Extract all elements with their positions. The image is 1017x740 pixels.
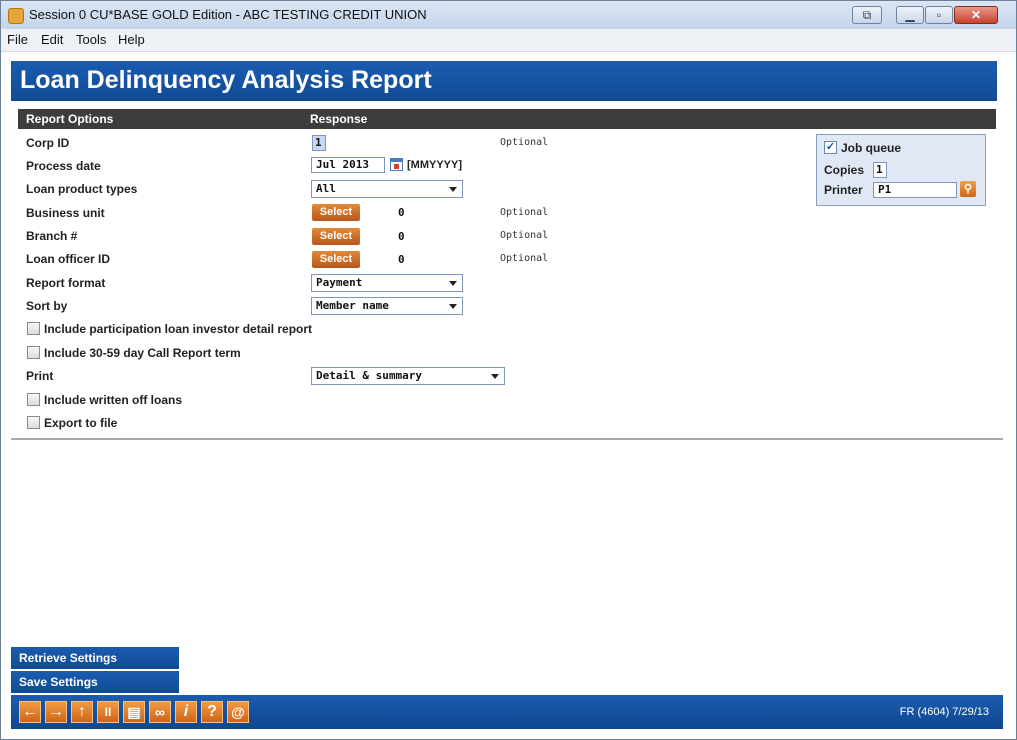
- sort-by-select[interactable]: Member name: [311, 297, 463, 315]
- include-call-report-label: Include 30-59 day Call Report term: [44, 346, 241, 360]
- include-call-report-checkbox[interactable]: [27, 346, 40, 359]
- save-settings-button[interactable]: Save Settings: [11, 671, 179, 693]
- forward-arrow-icon[interactable]: →: [45, 701, 67, 723]
- sort-by-value: Member name: [316, 299, 389, 312]
- menu-file[interactable]: File: [7, 32, 28, 47]
- print-icon[interactable]: ▤: [123, 701, 145, 723]
- menu-tools[interactable]: Tools: [76, 32, 106, 47]
- printer-label: Printer: [824, 183, 863, 197]
- app-icon: [8, 8, 24, 24]
- app-window: Session 0 CU*BASE GOLD Edition - ABC TES…: [0, 0, 1017, 740]
- print-select[interactable]: Detail & summary: [311, 367, 505, 385]
- info-icon[interactable]: i: [175, 701, 197, 723]
- business-unit-select-button[interactable]: Select: [312, 204, 360, 221]
- corp-id-input[interactable]: 1: [312, 135, 326, 151]
- printer-input[interactable]: P1: [873, 182, 957, 198]
- bottom-nav-bar: ← → ↑ II ▤ ∞ i ? @ FR (4604) 7/29/13: [11, 695, 1003, 729]
- date-format-hint: [MMYYYY]: [407, 159, 462, 171]
- page-title: Loan Delinquency Analysis Report: [20, 66, 432, 94]
- menu-edit[interactable]: Edit: [41, 32, 63, 47]
- business-unit-count: 0: [398, 206, 405, 219]
- menu-bar: File Edit Tools Help: [1, 29, 1016, 52]
- retrieve-settings-button[interactable]: Retrieve Settings: [11, 647, 179, 669]
- calendar-icon[interactable]: [390, 158, 403, 171]
- help-icon[interactable]: ?: [201, 701, 223, 723]
- include-participation-checkbox[interactable]: [27, 322, 40, 335]
- process-date-input[interactable]: Jul 2013: [311, 157, 385, 173]
- business-unit-hint: Optional: [500, 207, 549, 218]
- corp-id-label: Corp ID: [26, 136, 70, 150]
- chevron-down-icon: [449, 304, 457, 309]
- content-divider: [11, 438, 1003, 440]
- back-arrow-icon[interactable]: ←: [19, 701, 41, 723]
- options-header: Report Options Response: [18, 109, 996, 129]
- job-queue-checkbox[interactable]: ✓: [824, 141, 837, 154]
- sort-by-label: Sort by: [26, 299, 68, 313]
- job-queue-panel: ✓ Job queue Copies 1 Printer P1 ⚲: [816, 134, 986, 206]
- chevron-down-icon: [449, 187, 457, 192]
- copies-label: Copies: [824, 163, 865, 177]
- chevron-down-icon: [491, 374, 499, 379]
- close-button[interactable]: ✕: [954, 6, 998, 24]
- include-written-off-label: Include written off loans: [44, 393, 183, 407]
- report-format-select[interactable]: Payment: [311, 274, 463, 292]
- include-participation-label: Include participation loan investor deta…: [44, 322, 313, 336]
- menu-help[interactable]: Help: [118, 32, 145, 47]
- print-value: Detail & summary: [316, 369, 422, 382]
- pause-icon[interactable]: II: [97, 701, 119, 723]
- at-sign-icon[interactable]: @: [227, 701, 249, 723]
- header-report-options: Report Options: [26, 112, 114, 126]
- loan-officer-select-button[interactable]: Select: [312, 251, 360, 268]
- branch-hint: Optional: [500, 230, 549, 241]
- include-written-off-checkbox[interactable]: [27, 393, 40, 406]
- page-banner: Loan Delinquency Analysis Report: [11, 61, 997, 101]
- branch-label: Branch #: [26, 229, 78, 243]
- copies-input[interactable]: 1: [873, 162, 887, 178]
- title-bar: Session 0 CU*BASE GOLD Edition - ABC TES…: [1, 1, 1016, 29]
- minimize-button[interactable]: ▁: [896, 6, 924, 24]
- loan-officer-hint: Optional: [500, 253, 549, 264]
- export-to-file-label: Export to file: [44, 416, 118, 430]
- loan-officer-count: 0: [398, 253, 405, 266]
- report-format-value: Payment: [316, 276, 363, 289]
- loan-product-types-label: Loan product types: [26, 182, 138, 196]
- print-label: Print: [26, 369, 54, 383]
- report-format-label: Report format: [26, 276, 106, 290]
- maximize-button[interactable]: ▫: [925, 6, 953, 24]
- up-arrow-icon[interactable]: ↑: [71, 701, 93, 723]
- chevron-down-icon: [449, 281, 457, 286]
- export-to-file-checkbox[interactable]: [27, 416, 40, 429]
- job-queue-label: Job queue: [841, 141, 902, 155]
- window-title: Session 0 CU*BASE GOLD Edition - ABC TES…: [29, 7, 427, 22]
- corp-id-hint: Optional: [500, 137, 549, 148]
- loan-product-types-value: All: [316, 182, 336, 195]
- process-date-label: Process date: [26, 159, 101, 173]
- printer-search-icon[interactable]: ⚲: [960, 181, 976, 197]
- branch-select-button[interactable]: Select: [312, 228, 360, 245]
- restore-icon[interactable]: ⧉: [852, 6, 882, 24]
- header-response: Response: [310, 112, 368, 126]
- link-icon[interactable]: ∞: [149, 701, 171, 723]
- loan-product-types-select[interactable]: All: [311, 180, 463, 198]
- branch-count: 0: [398, 230, 405, 243]
- business-unit-label: Business unit: [26, 206, 105, 220]
- loan-officer-label: Loan officer ID: [26, 252, 111, 266]
- status-text: FR (4604) 7/29/13: [899, 706, 989, 718]
